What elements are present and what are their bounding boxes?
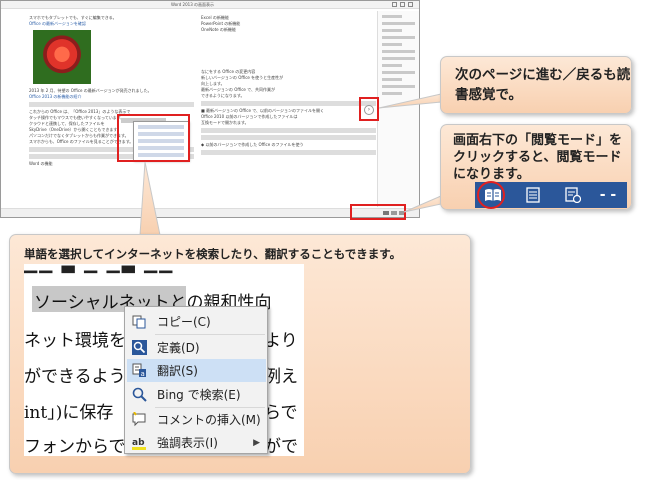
read-mode-callout-text: 画面右下の「閲覧モード」をクリックすると、閲覧モードになります。 — [453, 133, 623, 182]
copy-icon — [131, 314, 147, 330]
page-turn-callout: 次のページに進む／戻るも読書感覚で。 — [440, 56, 632, 114]
doc-text: ネット環境を — [24, 331, 126, 351]
read-mode-circle — [477, 181, 505, 209]
menu-item-insert-comment[interactable]: コメントの挿入(M) — [127, 408, 266, 431]
context-menu: コピー(C) 定義(D) a 翻訳(S) Bing で検索(E) コメントの挿入… — [124, 306, 268, 454]
menu-item-label: 翻訳(S) — [157, 364, 198, 378]
doc-line: フォンからで がで — [24, 432, 298, 456]
doc-text: らで — [264, 403, 298, 423]
menu-separator — [155, 334, 265, 335]
menu-item-define[interactable]: 定義(D) — [127, 336, 266, 359]
doc-line: int」)に保存 らで — [24, 398, 298, 423]
doc-line: ネット環境を より — [24, 326, 298, 351]
read-mode-connector — [403, 195, 442, 213]
svg-text:ab: ab — [132, 438, 145, 448]
web-page-icon — [565, 187, 581, 203]
cut-off-line: ▁▁ ▃ ▁ ▁▃ ▁▁ — [24, 264, 175, 274]
doc-text: ができるよう — [24, 367, 126, 387]
highlight-icon: ab — [131, 435, 147, 451]
menu-item-label: 強調表示(I) — [157, 436, 218, 450]
web-layout-button[interactable] — [559, 182, 587, 208]
context-connector — [139, 161, 161, 236]
page-icon — [526, 187, 540, 203]
menu-item-label: コメントの挿入(M) — [157, 413, 261, 427]
print-layout-button[interactable] — [519, 182, 547, 208]
doc-text: int」)に保存 — [24, 403, 114, 423]
menu-item-bing-search[interactable]: Bing で検索(E) — [127, 383, 266, 406]
zoom-slider-icon[interactable]: - - — [593, 182, 623, 208]
page-turn-connector — [378, 93, 442, 109]
doc-text: がで — [264, 437, 298, 456]
doc-text: 例え — [264, 367, 298, 387]
translate-icon: a — [131, 363, 147, 379]
page-turn-callout-text: 次のページに進む／戻るも読書感覚で。 — [455, 67, 631, 103]
doc-text: より — [264, 331, 298, 351]
menu-item-highlight[interactable]: ab 強調表示(I) ▶ — [127, 431, 266, 454]
context-callout-text: 単語を選択してインターネットを検索したり、翻訳することもできます。 — [24, 247, 402, 261]
search-icon — [131, 387, 147, 403]
menu-item-translate[interactable]: a 翻訳(S) — [127, 359, 266, 382]
menu-item-label: 定義(D) — [157, 341, 200, 355]
menu-item-label: Bing で検索(E) — [157, 388, 241, 402]
doc-line: ができるよう 例え — [24, 362, 298, 387]
comment-icon — [131, 412, 147, 428]
svg-text:a: a — [140, 370, 144, 378]
define-icon — [131, 340, 147, 356]
menu-item-copy[interactable]: コピー(C) — [127, 310, 266, 333]
doc-text: フォンからで — [24, 437, 126, 456]
read-mode-callout: 画面右下の「閲覧モード」をクリックすると、閲覧モードになります。 - - — [440, 124, 632, 210]
submenu-arrow-icon: ▶ — [253, 437, 260, 448]
menu-item-label: コピー(C) — [157, 315, 211, 329]
view-mode-bar: - - — [475, 181, 627, 209]
